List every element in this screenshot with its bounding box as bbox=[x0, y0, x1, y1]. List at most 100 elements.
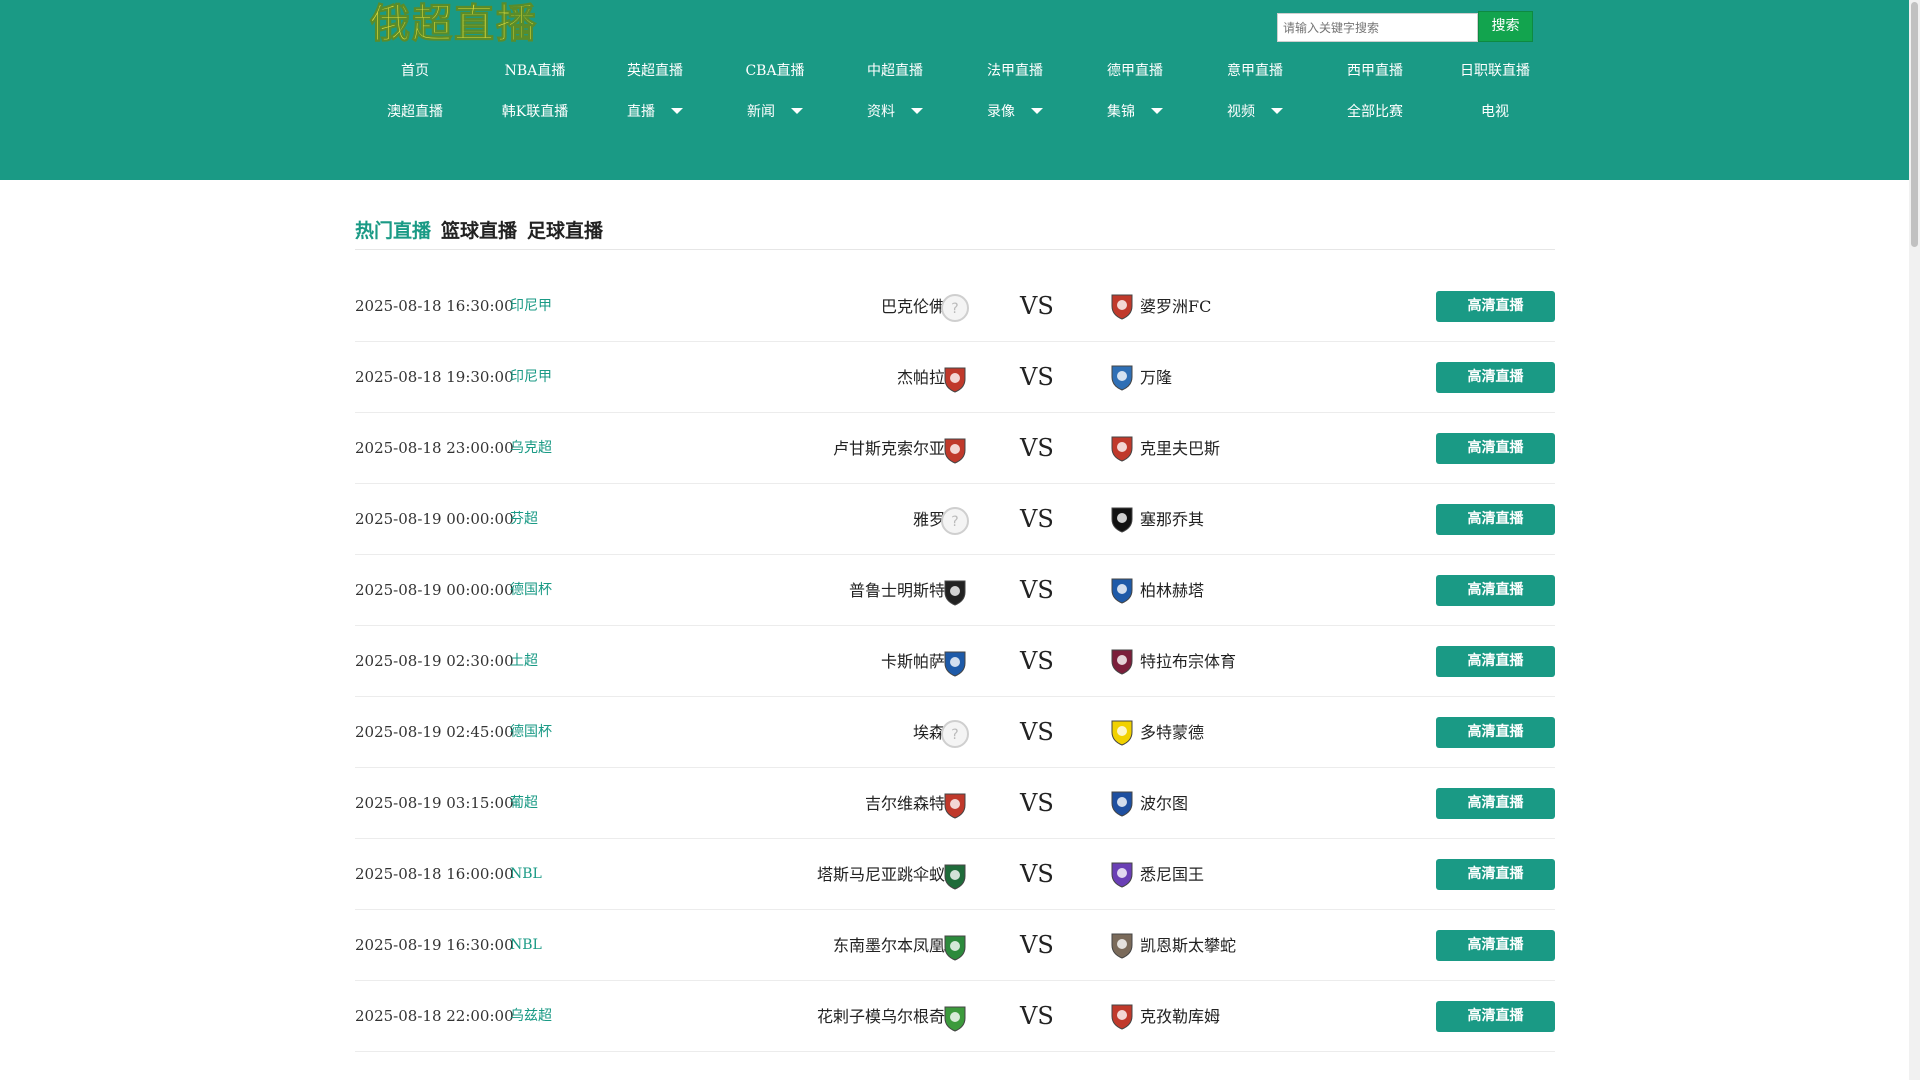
nav-item[interactable]: 西甲直播 bbox=[1315, 50, 1435, 90]
scrollbar-thumb[interactable] bbox=[1911, 2, 1918, 247]
vs-label: VS bbox=[1020, 647, 1054, 675]
home-team-name[interactable]: 吉尔维森特 bbox=[865, 768, 945, 839]
away-team-logo bbox=[1107, 717, 1137, 747]
blue-shield-icon bbox=[1111, 365, 1133, 391]
nav-item[interactable]: 德甲直播 bbox=[1075, 50, 1195, 90]
home-team-name[interactable]: 卢甘斯克索尔亚 bbox=[833, 413, 945, 484]
nav-item[interactable]: 法甲直播 bbox=[955, 50, 1075, 90]
nav-item[interactable]: 录像 bbox=[955, 91, 1075, 131]
away-team-name[interactable]: 凯恩斯太攀蛇 bbox=[1140, 910, 1236, 981]
home-team-logo: ? bbox=[940, 719, 970, 749]
home-team-logo bbox=[940, 435, 970, 465]
hd-live-button[interactable]: 高清直播 bbox=[1436, 646, 1555, 677]
caret-down-icon bbox=[1151, 108, 1163, 114]
league-link[interactable]: NBL bbox=[510, 839, 542, 910]
nav-item[interactable]: 首页 bbox=[355, 50, 475, 90]
hd-live-button[interactable]: 高清直播 bbox=[1436, 930, 1555, 961]
match-time: 2025-08-19 03:15:00 bbox=[355, 794, 514, 812]
away-team-name[interactable]: 克里夫巴斯 bbox=[1140, 413, 1220, 484]
nav-item[interactable]: 直播 bbox=[595, 91, 715, 131]
nav-item[interactable]: 全部比赛 bbox=[1315, 91, 1435, 131]
taipans-logo-icon bbox=[1111, 933, 1133, 959]
hd-live-button[interactable]: 高清直播 bbox=[1436, 504, 1555, 535]
vs-label: VS bbox=[1020, 292, 1054, 320]
hd-live-button[interactable]: 高清直播 bbox=[1436, 575, 1555, 606]
tab-football[interactable]: 足球直播 bbox=[527, 212, 603, 249]
league-link[interactable]: 德国杯 bbox=[510, 555, 552, 626]
away-team-name[interactable]: 波尔图 bbox=[1140, 768, 1188, 839]
home-team-name[interactable]: 塔斯马尼亚跳伞蚁 bbox=[817, 839, 945, 910]
nav-item[interactable]: 澳超直播 bbox=[355, 91, 475, 131]
away-team-name[interactable]: 柏林赫塔 bbox=[1140, 555, 1204, 626]
nav-item[interactable]: 中超直播 bbox=[835, 50, 955, 90]
tab-hot[interactable]: 热门直播 bbox=[355, 212, 431, 249]
league-link[interactable]: 乌兹超 bbox=[510, 981, 552, 1052]
nav-item-label: 澳超直播 bbox=[387, 104, 443, 120]
hd-live-button[interactable]: 高清直播 bbox=[1436, 433, 1555, 464]
vs-label: VS bbox=[1020, 860, 1054, 888]
home-team-logo bbox=[940, 861, 970, 891]
search-button[interactable]: 搜索 bbox=[1478, 11, 1533, 42]
maroon-blue-crest-icon bbox=[1111, 649, 1133, 675]
bvb-crest-icon bbox=[1111, 720, 1133, 746]
home-team-logo bbox=[940, 648, 970, 678]
league-link[interactable]: 德国杯 bbox=[510, 697, 552, 768]
match-row: 2025-08-19 16:30:00 NBL 东南墨尔本凤凰 VS 凯恩斯太攀蛇 高清直… bbox=[355, 910, 1555, 981]
hd-live-button[interactable]: 高清直播 bbox=[1436, 788, 1555, 819]
away-team-name[interactable]: 万隆 bbox=[1140, 342, 1172, 413]
away-team-name[interactable]: 塞那乔其 bbox=[1140, 484, 1204, 555]
hd-live-button[interactable]: 高清直播 bbox=[1436, 362, 1555, 393]
league-link[interactable]: 芬超 bbox=[510, 484, 538, 555]
match-list: 2025-08-18 16:30:00 印尼甲 巴克伦佛? VS 婆罗洲FC 高清直播 20… bbox=[355, 271, 1555, 1052]
hd-live-button[interactable]: 高清直播 bbox=[1436, 717, 1555, 748]
nav-item[interactable]: 资料 bbox=[835, 91, 955, 131]
match-time: 2025-08-19 16:30:00 bbox=[355, 936, 514, 954]
home-team-name[interactable]: 花剌子模乌尔根奇 bbox=[817, 981, 945, 1052]
svg-text:?: ? bbox=[951, 514, 958, 530]
match-row: 2025-08-18 16:00:00 NBL 塔斯马尼亚跳伞蚁 VS 悉尼国王 高清直播 bbox=[355, 839, 1555, 910]
home-team-logo bbox=[940, 577, 970, 607]
blue-flag-crest-icon bbox=[1111, 578, 1133, 604]
page-scrollbar[interactable] bbox=[1909, 0, 1920, 1080]
home-team-name[interactable]: 杰帕拉 bbox=[897, 342, 945, 413]
hd-live-button[interactable]: 高清直播 bbox=[1436, 859, 1555, 890]
home-team-name[interactable]: 巴克伦佛 bbox=[881, 271, 945, 342]
league-link[interactable]: 印尼甲 bbox=[510, 271, 552, 342]
caret-down-icon bbox=[1031, 108, 1043, 114]
league-link[interactable]: NBL bbox=[510, 910, 542, 981]
hd-live-button[interactable]: 高清直播 bbox=[1436, 1001, 1555, 1032]
nav-item[interactable]: 意甲直播 bbox=[1195, 50, 1315, 90]
away-team-name[interactable]: 特拉布宗体育 bbox=[1140, 626, 1236, 697]
away-team-name[interactable]: 婆罗洲FC bbox=[1140, 271, 1211, 342]
site-logo[interactable]: 俄超直播 bbox=[370, 0, 538, 48]
away-team-name[interactable]: 克孜勒库姆 bbox=[1140, 981, 1220, 1052]
main-nav-row-1: 首页 NBA直播 英超直播 CBA直播 中超直播 法甲直播 德甲直播 意甲直播 西甲直播 日职联直… bbox=[355, 50, 1555, 90]
nav-item[interactable]: 新闻 bbox=[715, 91, 835, 131]
tab-basketball[interactable]: 篮球直播 bbox=[441, 212, 517, 249]
search-input[interactable] bbox=[1277, 13, 1478, 42]
away-team-name[interactable]: 悉尼国王 bbox=[1140, 839, 1204, 910]
league-link[interactable]: 印尼甲 bbox=[510, 342, 552, 413]
league-link[interactable]: 乌克超 bbox=[510, 413, 552, 484]
nav-item[interactable]: 日职联直播 bbox=[1435, 50, 1555, 90]
league-link[interactable]: 土超 bbox=[510, 626, 538, 697]
green-shield-icon bbox=[944, 864, 966, 890]
nav-item[interactable]: NBA直播 bbox=[475, 50, 595, 90]
league-link[interactable]: 葡超 bbox=[510, 768, 538, 839]
svg-text:?: ? bbox=[951, 727, 958, 743]
nav-item[interactable]: CBA直播 bbox=[715, 50, 835, 90]
home-team-name[interactable]: 东南墨尔本凤凰 bbox=[833, 910, 945, 981]
nav-item[interactable]: 英超直播 bbox=[595, 50, 715, 90]
nav-item[interactable]: 集锦 bbox=[1075, 91, 1195, 131]
away-team-logo bbox=[1107, 930, 1137, 960]
match-time: 2025-08-18 23:00:00 bbox=[355, 439, 514, 457]
home-team-name[interactable]: 普鲁士明斯特 bbox=[849, 555, 945, 626]
nav-item[interactable]: 视频 bbox=[1195, 91, 1315, 131]
hd-live-button[interactable]: 高清直播 bbox=[1436, 291, 1555, 322]
match-row: 2025-08-19 02:30:00 土超 卡斯帕萨 VS 特拉布宗体育 高清直播 bbox=[355, 626, 1555, 697]
home-team-name[interactable]: 卡斯帕萨 bbox=[881, 626, 945, 697]
away-team-name[interactable]: 多特蒙德 bbox=[1140, 697, 1204, 768]
nav-item[interactable]: 电视 bbox=[1435, 91, 1555, 131]
nav-item[interactable]: 韩K联直播 bbox=[475, 91, 595, 131]
nav-item-label: 资料 bbox=[867, 104, 895, 120]
